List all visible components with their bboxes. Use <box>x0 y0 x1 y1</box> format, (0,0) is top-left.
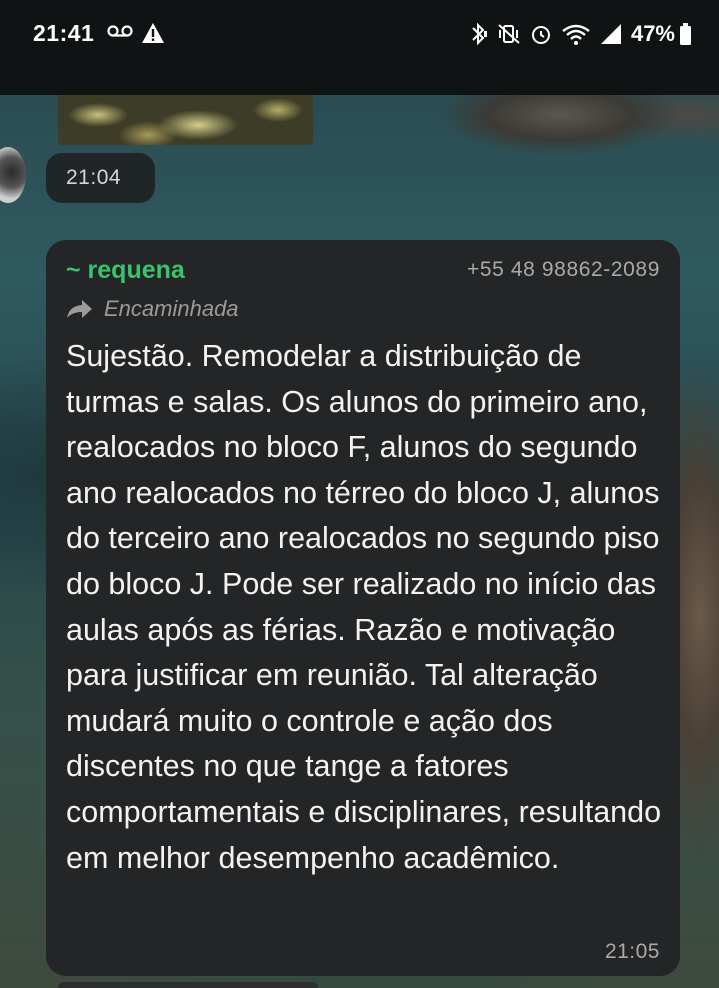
previous-image-message[interactable] <box>58 95 313 145</box>
status-time: 21:41 <box>33 20 95 46</box>
message-text: Sujestão. Remodelar a distribuição de tu… <box>66 339 662 875</box>
voicemail-icon <box>107 25 133 37</box>
battery-icon <box>680 23 691 45</box>
forward-arrow-icon <box>67 300 92 318</box>
previous-message-time-bubble: 21:04 <box>46 153 155 203</box>
bluetooth-icon <box>472 22 487 46</box>
status-icons: 47% <box>469 20 675 48</box>
wifi-icon <box>562 24 590 45</box>
vibrate-icon <box>498 24 520 44</box>
status-bar: 21:41 47% <box>0 0 719 95</box>
warning-icon <box>142 23 164 43</box>
previous-message-time: 21:04 <box>66 166 122 189</box>
battery-percent: 47% <box>630 21 675 46</box>
next-message-edge <box>58 982 318 988</box>
forwarded-indicator: Encaminhada <box>66 296 239 322</box>
sender-name[interactable]: ~ requena <box>66 256 185 285</box>
forwarded-label: Encaminhada <box>104 296 239 321</box>
alarm-icon <box>531 26 550 44</box>
signal-icon <box>600 24 621 44</box>
sender-phone[interactable]: +55 48 98862-2089 <box>467 258 660 282</box>
message-bubble[interactable]: ~ requena +55 48 98862-2089 Encaminhada … <box>46 240 680 976</box>
message-time: 21:05 <box>604 940 660 963</box>
